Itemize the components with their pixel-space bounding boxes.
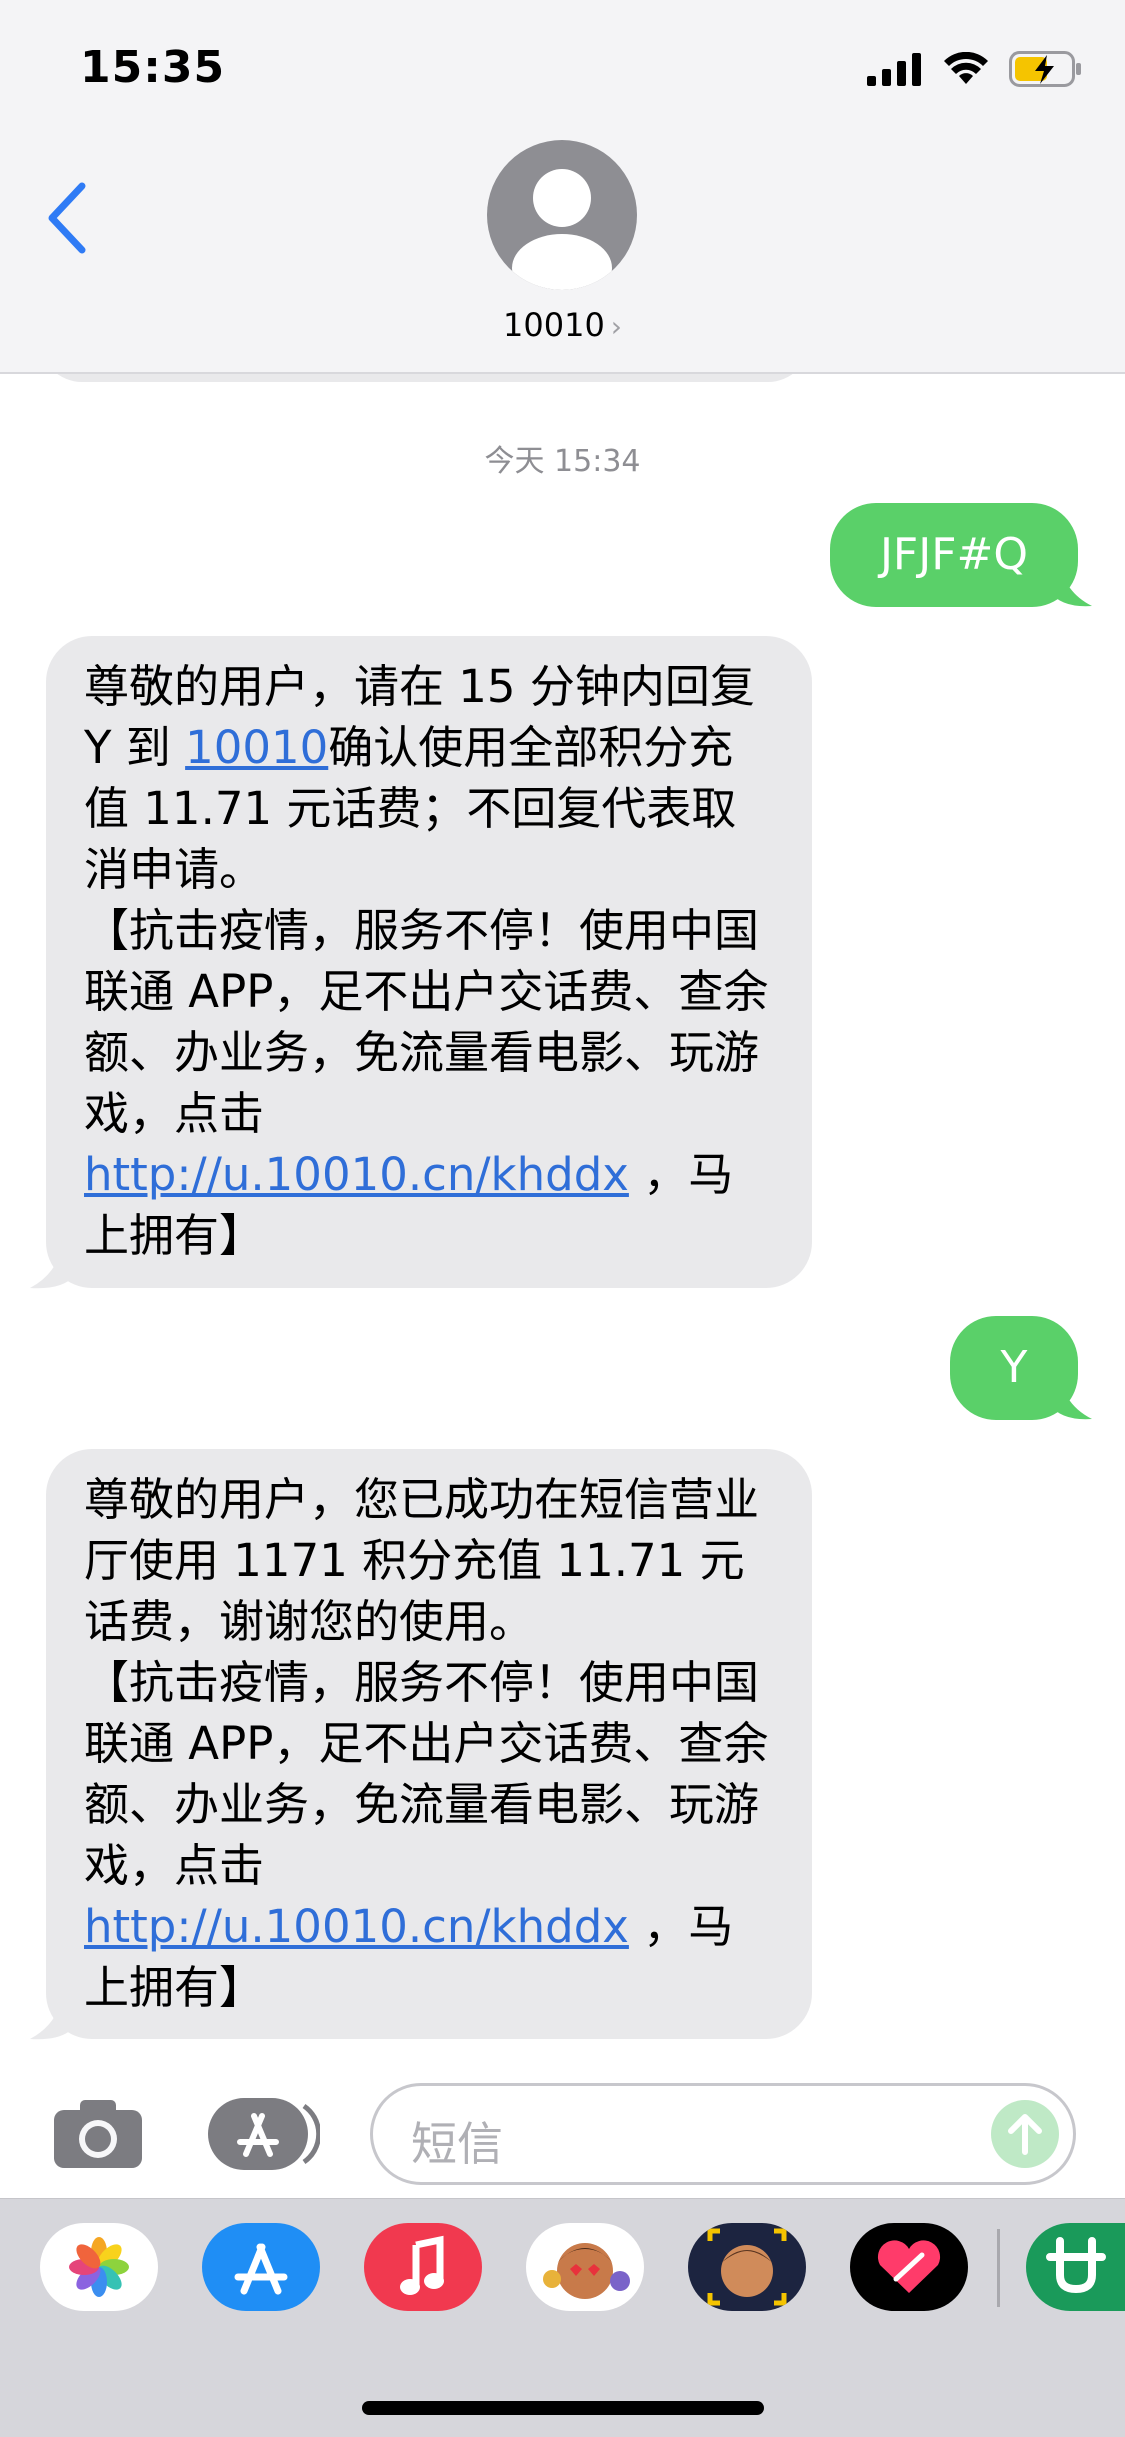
app-store-icon[interactable]	[202, 2223, 320, 2311]
incoming-message[interactable]: 尊敬的用户，请在 15 分钟内回复 Y 到 10010确认使用全部积分充值 11…	[46, 636, 812, 1288]
conversation-header: 15:35 10010 ›	[0, 0, 1125, 374]
bubble-tail	[30, 1991, 74, 2040]
bubble-tail	[1050, 562, 1092, 607]
contact-name: 10010	[503, 306, 605, 344]
status-time: 15:35	[80, 42, 226, 93]
message-text: JFJF#Q	[879, 529, 1029, 580]
arrow-up-icon	[1008, 2114, 1042, 2155]
music-icon[interactable]	[364, 2223, 482, 2311]
camera-icon[interactable]	[52, 2098, 144, 2170]
url-link[interactable]: http://u.10010.cn/khddx	[84, 1148, 629, 1201]
wifi-icon	[944, 52, 988, 84]
message-text: 尊敬的用户，您已成功在短信营业厅使用 1171 积分充值 11.71 元话费，谢…	[84, 1473, 769, 1892]
memoji-stickers-icon[interactable]	[526, 2223, 644, 2311]
home-indicator[interactable]	[362, 2401, 764, 2415]
bubble-tail	[1050, 1375, 1092, 1420]
photos-icon[interactable]	[40, 2223, 158, 2311]
back-chevron-icon[interactable]	[40, 178, 100, 258]
message-input[interactable]: 短信	[370, 2083, 1076, 2185]
incoming-message[interactable]: 尊敬的用户，您已成功在短信营业厅使用 1171 积分充值 11.71 元话费，谢…	[46, 1449, 812, 2039]
memoji-camera-icon[interactable]	[688, 2223, 806, 2311]
message-input-placeholder: 短信	[411, 2117, 503, 2171]
cellular-signal-icon	[867, 53, 921, 86]
chevron-right-icon: ›	[610, 310, 622, 343]
drawer-separator	[997, 2229, 1000, 2307]
person-silhouette-icon	[512, 169, 612, 290]
message-text: Y	[1000, 1342, 1028, 1393]
contact-avatar[interactable]	[487, 140, 637, 290]
outgoing-message[interactable]: JFJF#Q	[830, 503, 1078, 607]
contact-name-button[interactable]: 10010 ›	[0, 306, 1125, 344]
thread-timestamp: 今天 15:34	[484, 444, 641, 479]
bubble-tail	[30, 1240, 74, 1289]
status-icons	[867, 48, 1083, 90]
battery-charging-icon	[1009, 51, 1081, 87]
phone-link[interactable]: 10010	[185, 721, 328, 774]
send-button[interactable]	[991, 2100, 1059, 2168]
app-store-button-icon[interactable]	[208, 2098, 320, 2170]
url-link[interactable]: http://u.10010.cn/khddx	[84, 1900, 629, 1953]
message-text: 确认使用全部积分充值 11.71 元话费；不回复代表取消申请。 【抗击疫情，服务…	[84, 721, 769, 1140]
extension-app-icon[interactable]	[1026, 2223, 1125, 2311]
digital-touch-icon[interactable]	[850, 2223, 968, 2311]
